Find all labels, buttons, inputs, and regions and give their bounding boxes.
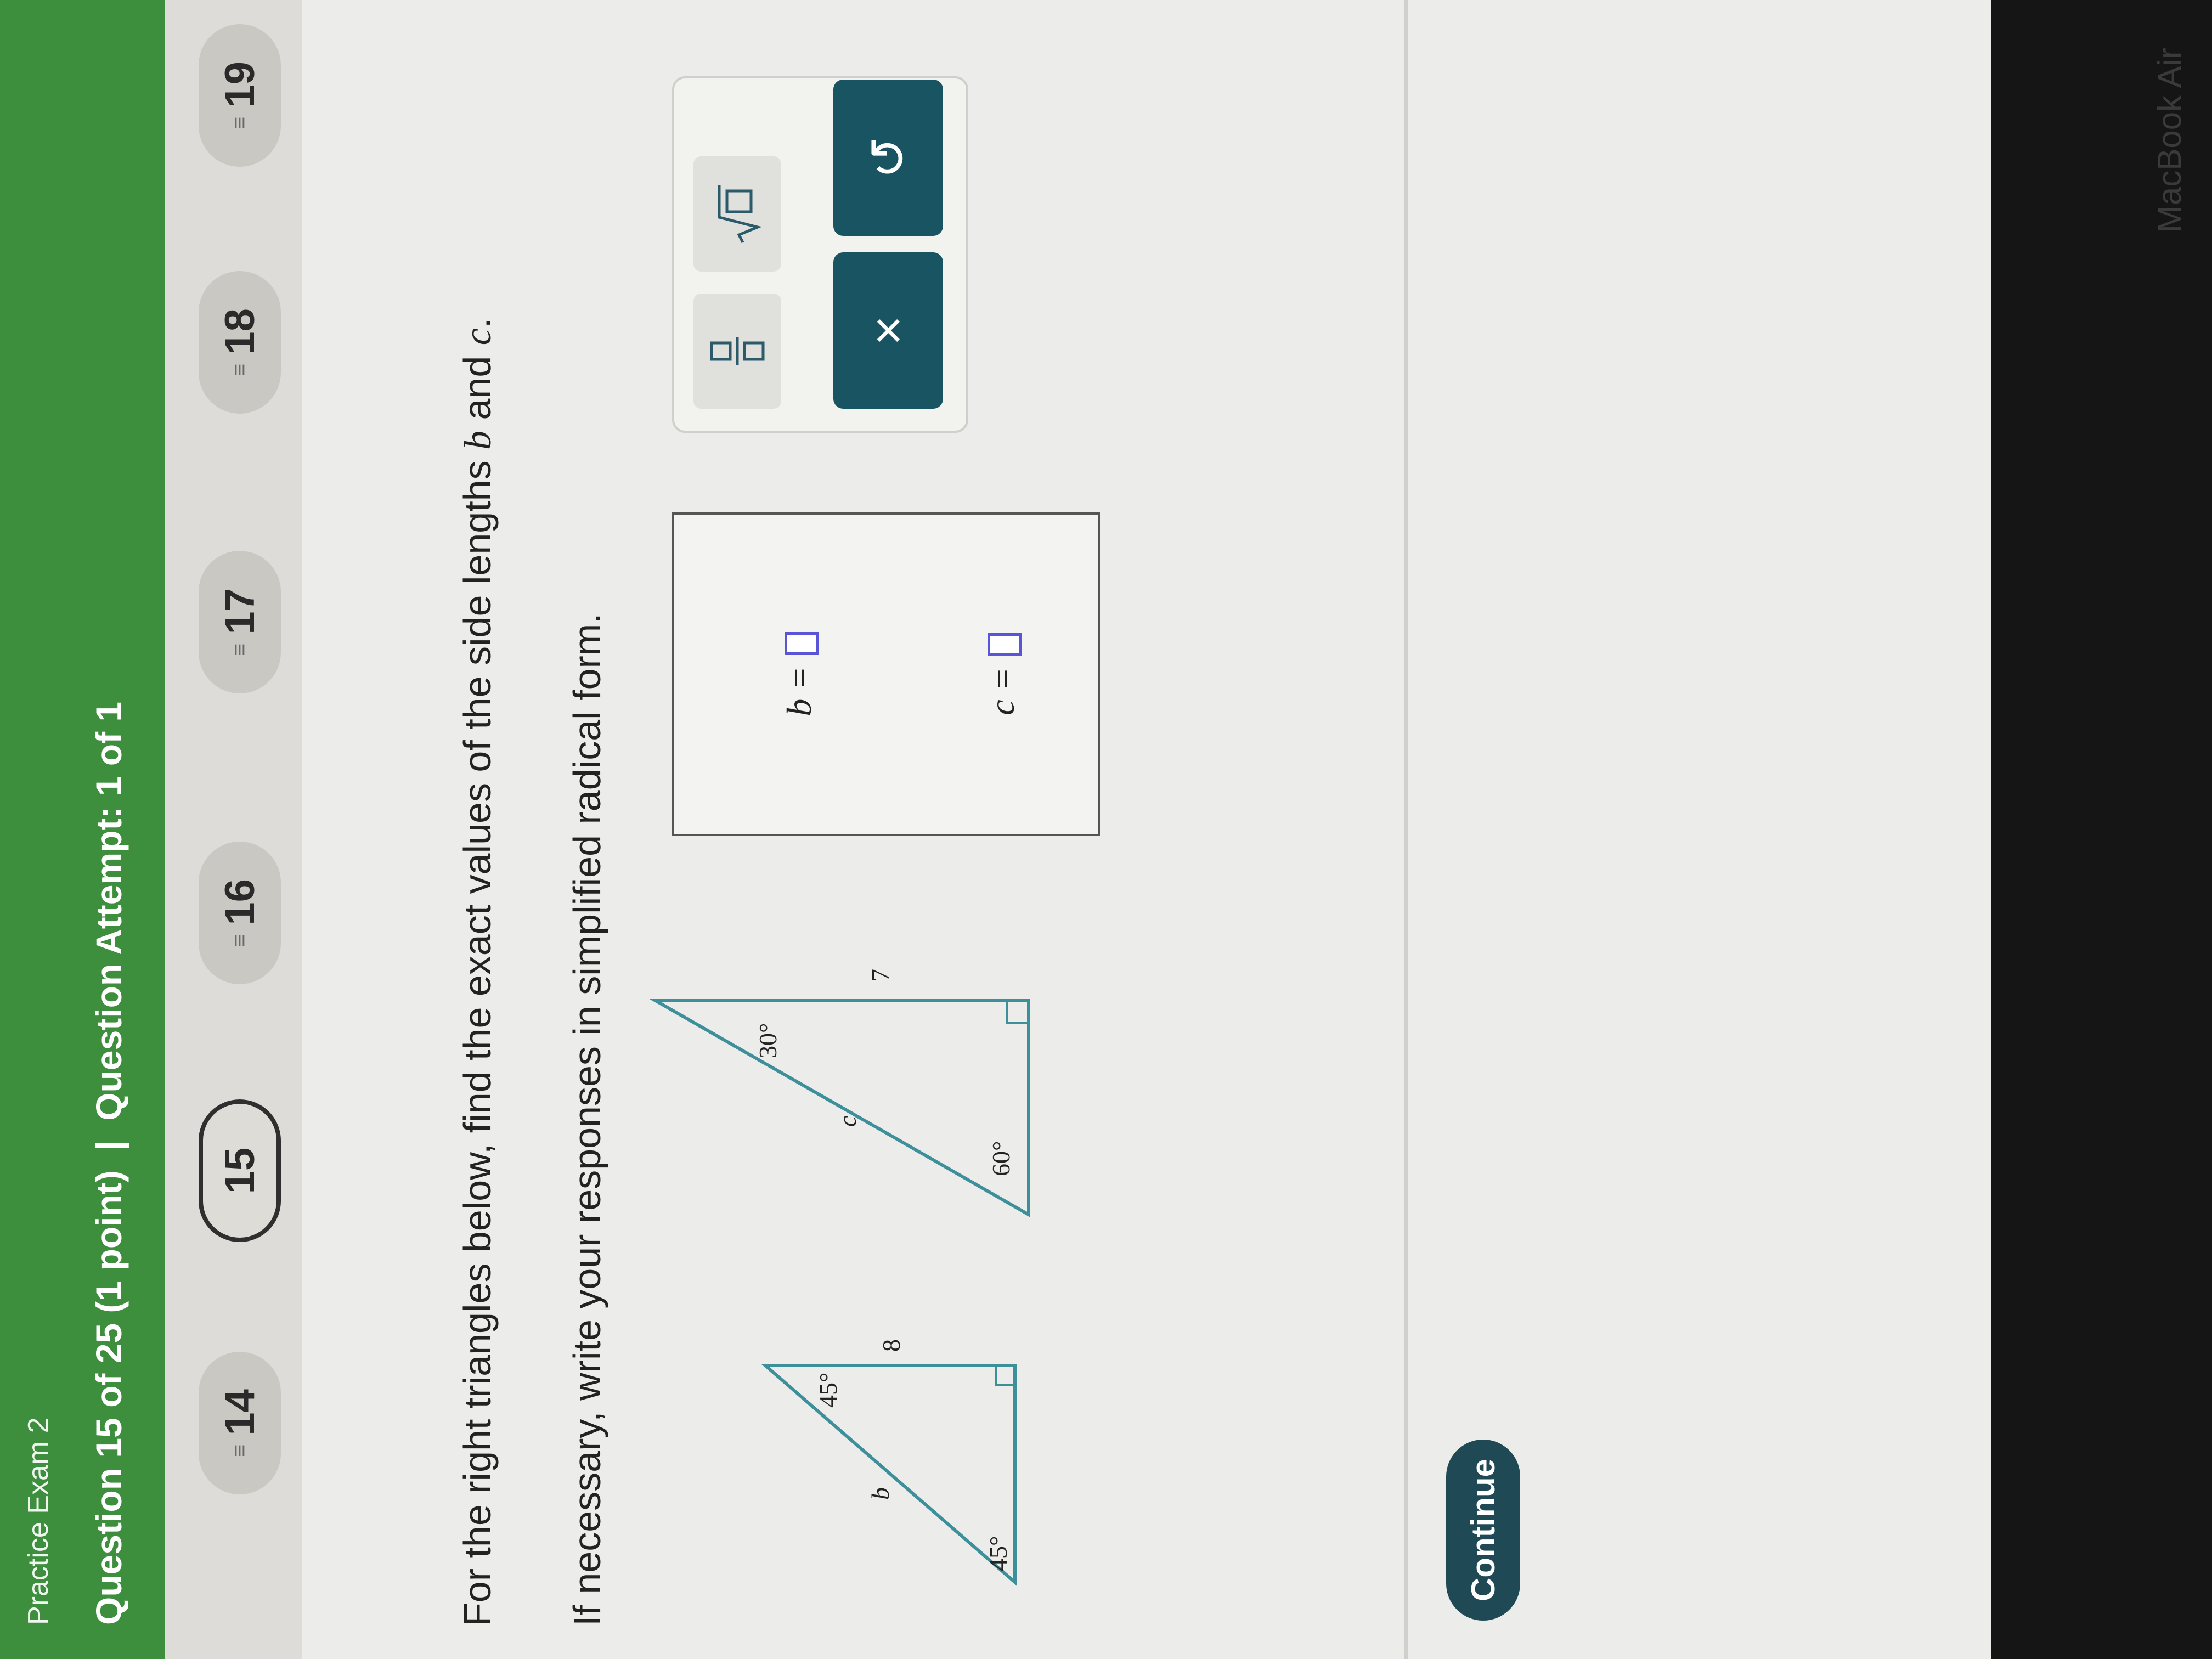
question-number: 18 [216,308,263,355]
meta-separator: | [88,1140,129,1151]
fraction-button[interactable] [693,294,781,409]
side-b-label: b [866,1487,894,1500]
triangle-45-45-90: b 8 45° 45° [760,1339,1017,1586]
fraction-icon [710,337,765,365]
triangle-outline [760,1364,1017,1586]
answer-row-c: c = [981,515,1023,834]
right-angle-marker [995,1365,1015,1386]
question-number: 14 [216,1389,263,1436]
prompt-text: For the right triangles below, find the … [456,449,499,1626]
clear-button[interactable]: × [833,252,943,409]
math-palette: × ↺ [672,76,968,433]
answer-b-label: b = [780,666,819,716]
question-nav-item-14[interactable]: ≡ 14 [199,1352,281,1494]
right-angle-marker [1006,1001,1029,1024]
triangle-30-60-90: c 7 30° 60° [649,969,1030,1218]
question-nav-item-17[interactable]: ≡ 17 [199,551,281,693]
question-nav-item-18[interactable]: ≡ 18 [199,271,281,414]
close-icon: × [860,315,916,346]
triangle-outline [649,999,1030,1218]
question-marker-icon: ≡ [227,936,252,947]
question-nav-item-15[interactable]: 15 [199,1099,281,1242]
continue-button[interactable]: Continue [1446,1440,1520,1621]
answer-c-input[interactable] [988,633,1022,657]
exam-title: Practice Exam 2 [22,1417,54,1625]
angle-bottom-label: 45° [984,1536,1012,1571]
question-marker-icon: ≡ [227,365,252,376]
question-number: 17 [216,588,263,635]
question-nav-item-19[interactable]: ≡ 19 [199,24,281,167]
question-marker-icon: ≡ [227,1446,252,1457]
angle-top-label: 30° [754,1023,782,1058]
answer-row-b: b = [778,515,820,834]
footer: Continue [1404,0,1995,1659]
question-progress: Question 15 of 25 (1 point) [88,1170,129,1625]
question-marker-icon: ≡ [227,645,252,656]
question-marker-icon: ≡ [227,119,252,129]
angle-top-label: 45° [814,1373,842,1408]
device-label: MacBook Air [2151,48,2188,233]
prompt-and: and [456,345,499,431]
answer-c-label: c = [983,667,1022,715]
answer-b-input[interactable] [785,632,819,656]
laptop-bezel [1991,0,2212,1659]
question-attempt: Question Attempt: 1 of 1 [88,701,129,1121]
prompt-end: . [456,317,499,329]
screen: Practice Exam 2 Question 15 of 25 (1 poi… [0,0,2212,1659]
question-number: 15 [216,1147,263,1194]
question-nav-item-16[interactable]: ≡ 16 [199,842,281,984]
undo-icon: ↺ [860,136,917,179]
leg-7-label: 7 [866,969,894,981]
angle-bottom-label: 60° [987,1141,1015,1176]
hypotenuse-c-label: c [833,1116,861,1127]
question-nav: ≡ 14 15 ≡ 16 ≡ 17 ≡ 18 ≡ 19 [165,0,302,1659]
question-prompt: For the right triangles below, find the … [455,318,500,1626]
question-instruction: If necessary, write your responses in si… [566,613,608,1626]
question-number: 16 [216,879,263,926]
undo-button[interactable]: ↺ [833,80,943,236]
answer-box: b = c = [672,512,1100,836]
header-bar: Practice Exam 2 Question 15 of 25 (1 poi… [0,0,165,1659]
question-number: 19 [216,61,263,108]
leg-8-label: 8 [877,1339,905,1352]
sqrt-button[interactable] [693,156,781,272]
sqrt-icon [718,185,762,244]
var-b: b [457,430,499,450]
question-meta: Question 15 of 25 (1 point) | Question Att… [88,702,129,1625]
var-c: c [457,328,499,346]
